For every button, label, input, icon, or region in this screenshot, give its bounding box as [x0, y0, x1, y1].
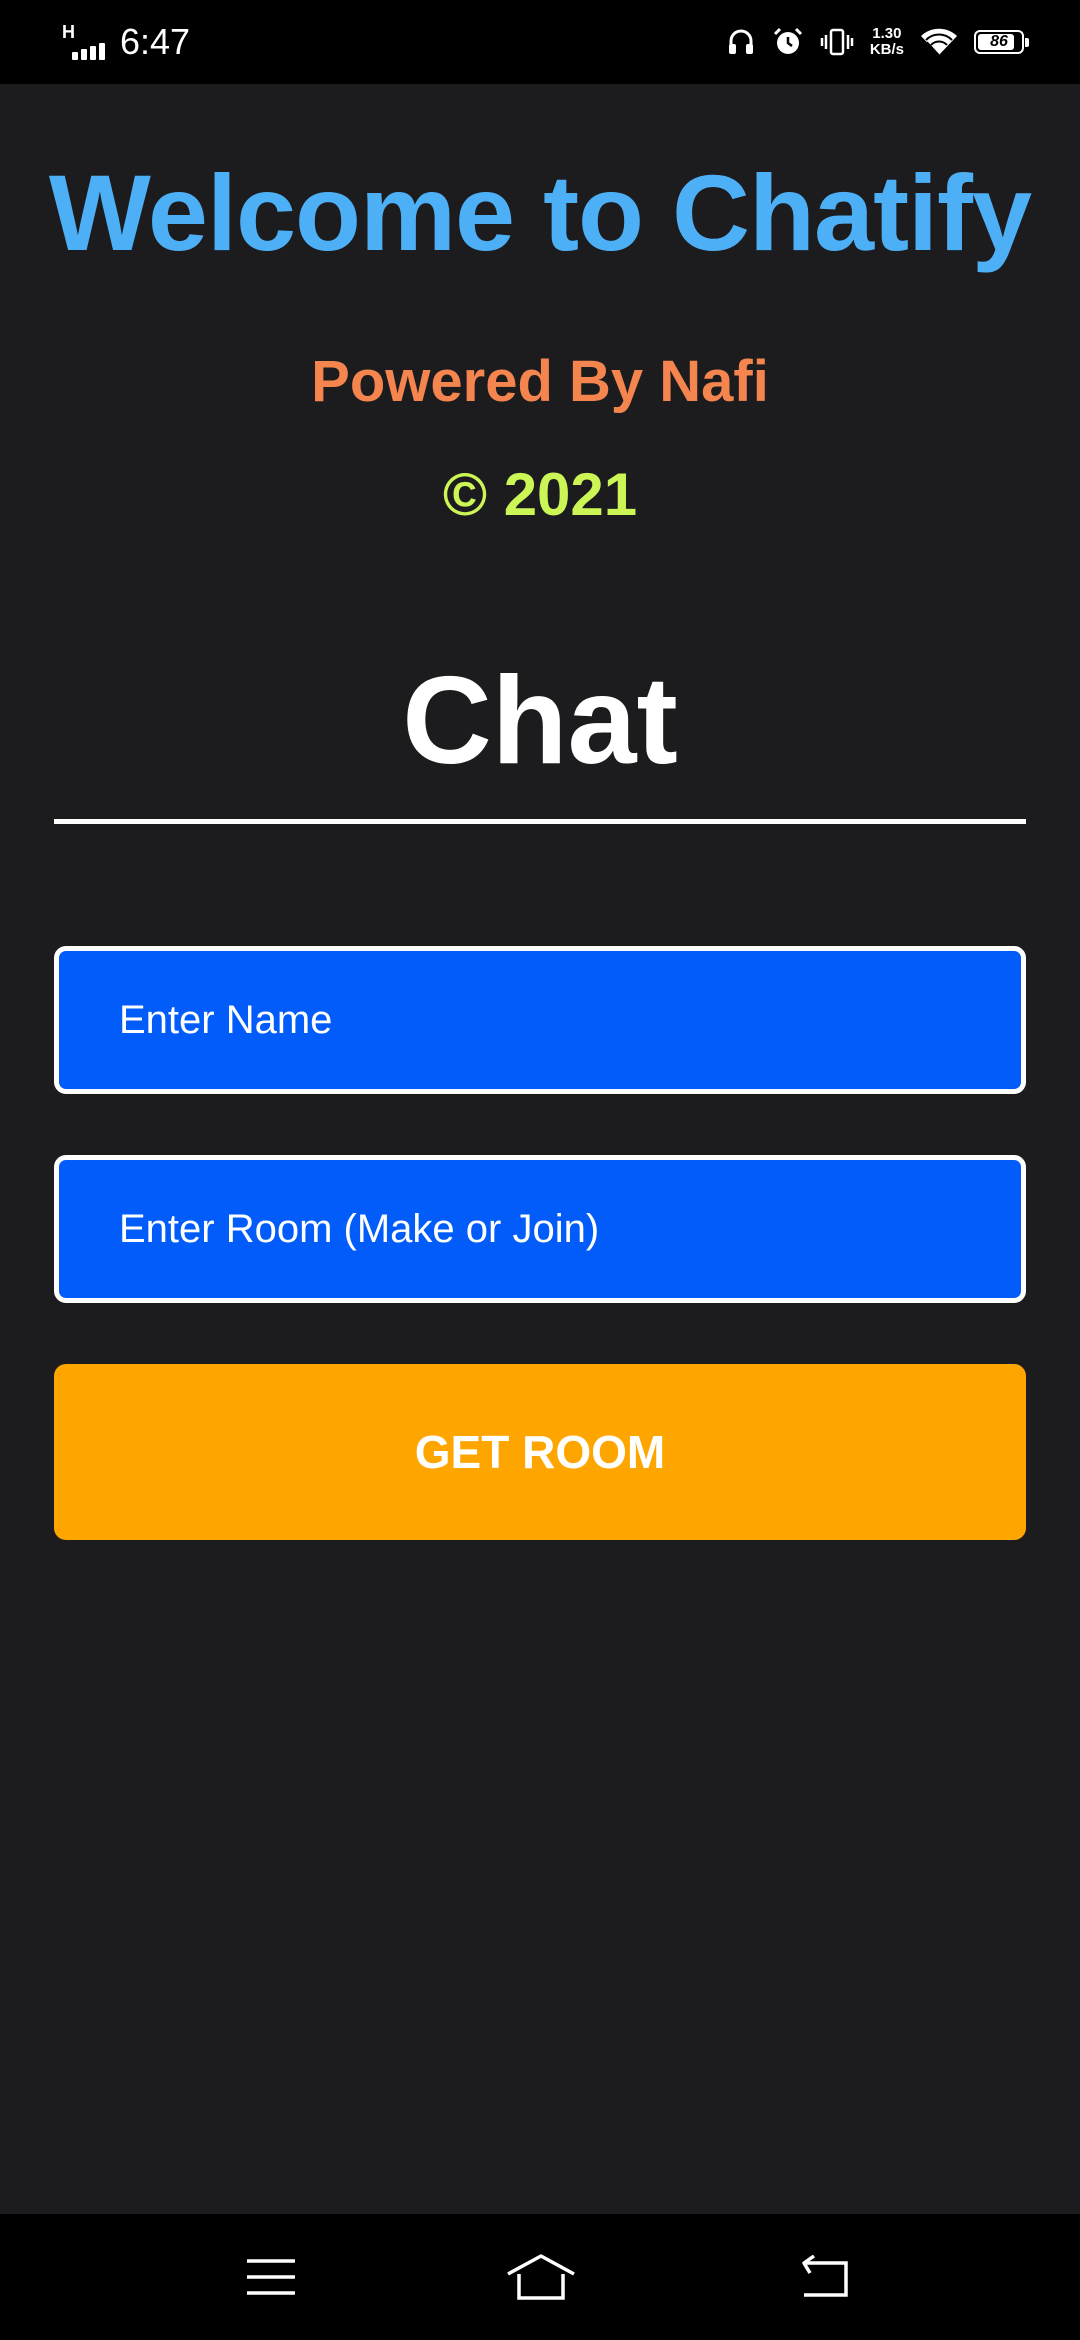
menu-icon — [247, 2259, 295, 2295]
vibrate-icon — [820, 28, 854, 56]
home-icon — [507, 2254, 575, 2300]
menu-button[interactable] — [201, 2214, 341, 2340]
battery-level: 86 — [990, 33, 1008, 50]
speed-unit: KB/s — [869, 41, 904, 58]
back-icon — [802, 2255, 848, 2297]
signal-icon: H — [60, 22, 112, 62]
welcome-title: Welcome to Chatify — [48, 152, 1032, 273]
home-button[interactable] — [471, 2214, 611, 2340]
name-input[interactable] — [54, 946, 1026, 1094]
divider — [54, 819, 1026, 824]
room-input[interactable] — [54, 1155, 1026, 1303]
clock: 6:47 — [120, 21, 191, 62]
alarm-icon — [773, 27, 802, 54]
headphones-icon — [728, 29, 753, 54]
copyright-text: © 2021 — [442, 461, 638, 528]
battery-icon: 86 — [974, 30, 1029, 54]
status-right: 1.30 KB/s 86 — [726, 20, 1029, 64]
chat-heading: Chat — [402, 652, 678, 790]
speed-value: 1.30 — [872, 25, 902, 42]
status-left: H 6:47 — [60, 20, 190, 64]
get-room-button[interactable]: GET ROOM — [54, 1364, 1026, 1540]
navigation-bar — [0, 2214, 1080, 2340]
network-type: H — [62, 22, 75, 42]
back-button[interactable] — [754, 2214, 894, 2340]
status-bar: H 6:47 1.30 KB/s 86 — [0, 0, 1080, 84]
wifi-icon — [921, 28, 957, 56]
network-speed: 1.30 KB/s — [870, 26, 904, 58]
powered-by-text: Powered By Nafi — [311, 349, 769, 414]
